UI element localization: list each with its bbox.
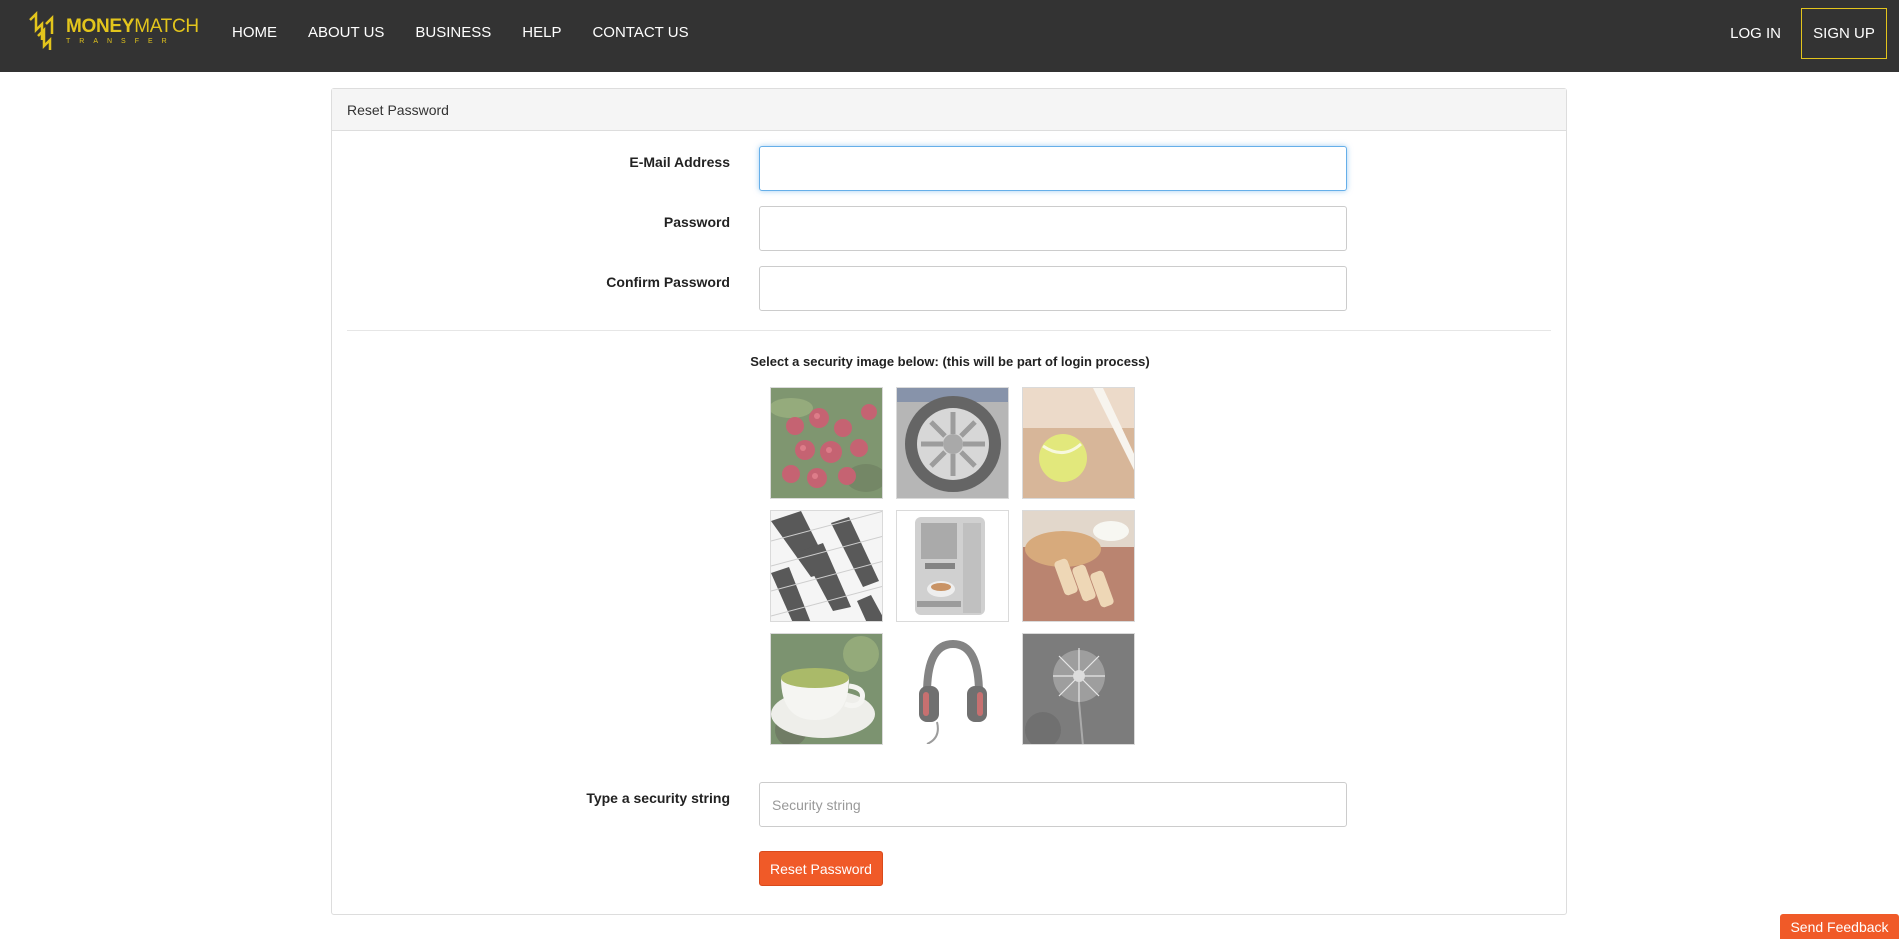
signup-button[interactable]: SIGN UP bbox=[1801, 8, 1887, 59]
security-string-field[interactable] bbox=[759, 782, 1347, 827]
security-image-dandelion[interactable] bbox=[1022, 633, 1135, 745]
brand-tagline: TRANSFER bbox=[66, 38, 176, 45]
security-image-green-tea-cup[interactable] bbox=[770, 633, 883, 745]
confirm-password-field[interactable] bbox=[759, 266, 1347, 311]
reset-password-panel: Reset Password E-Mail Address Password C… bbox=[331, 88, 1567, 915]
email-field[interactable] bbox=[759, 146, 1347, 191]
security-image-raspberries[interactable] bbox=[770, 387, 883, 499]
security-image-coffee-machine[interactable] bbox=[896, 510, 1009, 622]
moneymatch-logo-icon bbox=[29, 10, 54, 50]
main-nav: HOME ABOUT US BUSINESS HELP CONTACT US bbox=[232, 0, 720, 64]
security-image-title: Select a security image below: (this wil… bbox=[750, 354, 1150, 369]
confirm-password-label: Confirm Password bbox=[606, 274, 730, 290]
nav-home[interactable]: HOME bbox=[232, 24, 277, 41]
security-image-bread[interactable] bbox=[1022, 510, 1135, 622]
security-string-label: Type a security string bbox=[586, 790, 730, 806]
nav-about-us[interactable]: ABOUT US bbox=[308, 24, 384, 41]
security-image-piano-keys[interactable] bbox=[770, 510, 883, 622]
security-image-headphones[interactable] bbox=[896, 633, 1009, 745]
auth-nav: LOG IN SIGN UP bbox=[1730, 8, 1887, 59]
password-field[interactable] bbox=[759, 206, 1347, 251]
email-label: E-Mail Address bbox=[629, 154, 730, 170]
password-label: Password bbox=[663, 214, 730, 230]
reset-password-button[interactable]: Reset Password bbox=[759, 851, 883, 886]
top-navbar: MONEYMATCH TRANSFER HOME ABOUT US BUSINE… bbox=[0, 0, 1899, 72]
login-link[interactable]: LOG IN bbox=[1730, 25, 1781, 42]
brand-name: MONEYMATCH bbox=[66, 16, 199, 37]
panel-title: Reset Password bbox=[332, 89, 1566, 131]
nav-help[interactable]: HELP bbox=[522, 24, 561, 41]
brand-logo[interactable]: MONEYMATCH TRANSFER bbox=[28, 10, 199, 52]
section-divider bbox=[347, 330, 1551, 331]
security-image-car-wheel[interactable] bbox=[896, 387, 1009, 499]
nav-contact-us[interactable]: CONTACT US bbox=[592, 24, 688, 41]
security-image-tennis-ball[interactable] bbox=[1022, 387, 1135, 499]
send-feedback-button[interactable]: Send Feedback bbox=[1780, 914, 1899, 939]
nav-business[interactable]: BUSINESS bbox=[415, 24, 491, 41]
